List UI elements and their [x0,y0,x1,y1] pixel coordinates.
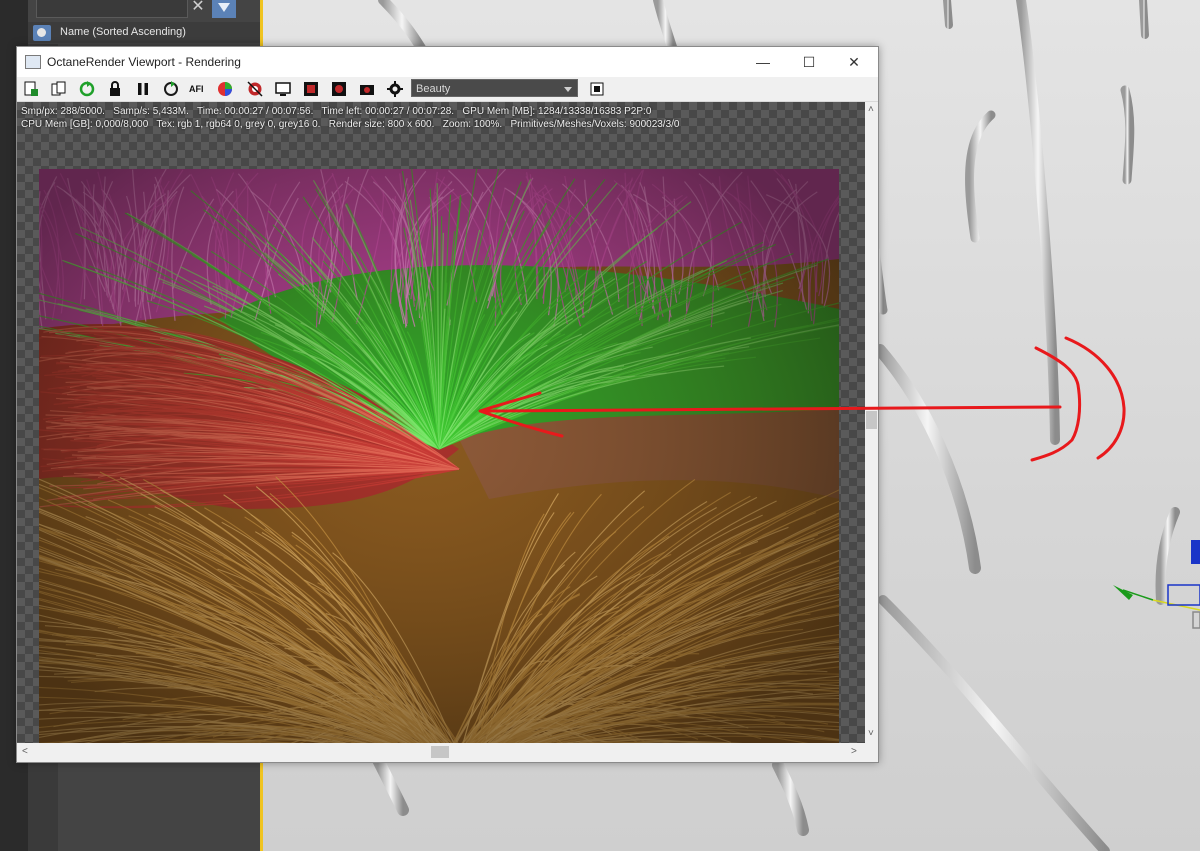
red-annotation-overlay [478,336,1126,462]
annotation-curve-outer [1064,336,1126,460]
annotation-arrow-shaft [481,405,1062,413]
annotation-curve-inner [1030,346,1082,462]
annotation-arrowhead [478,391,564,438]
